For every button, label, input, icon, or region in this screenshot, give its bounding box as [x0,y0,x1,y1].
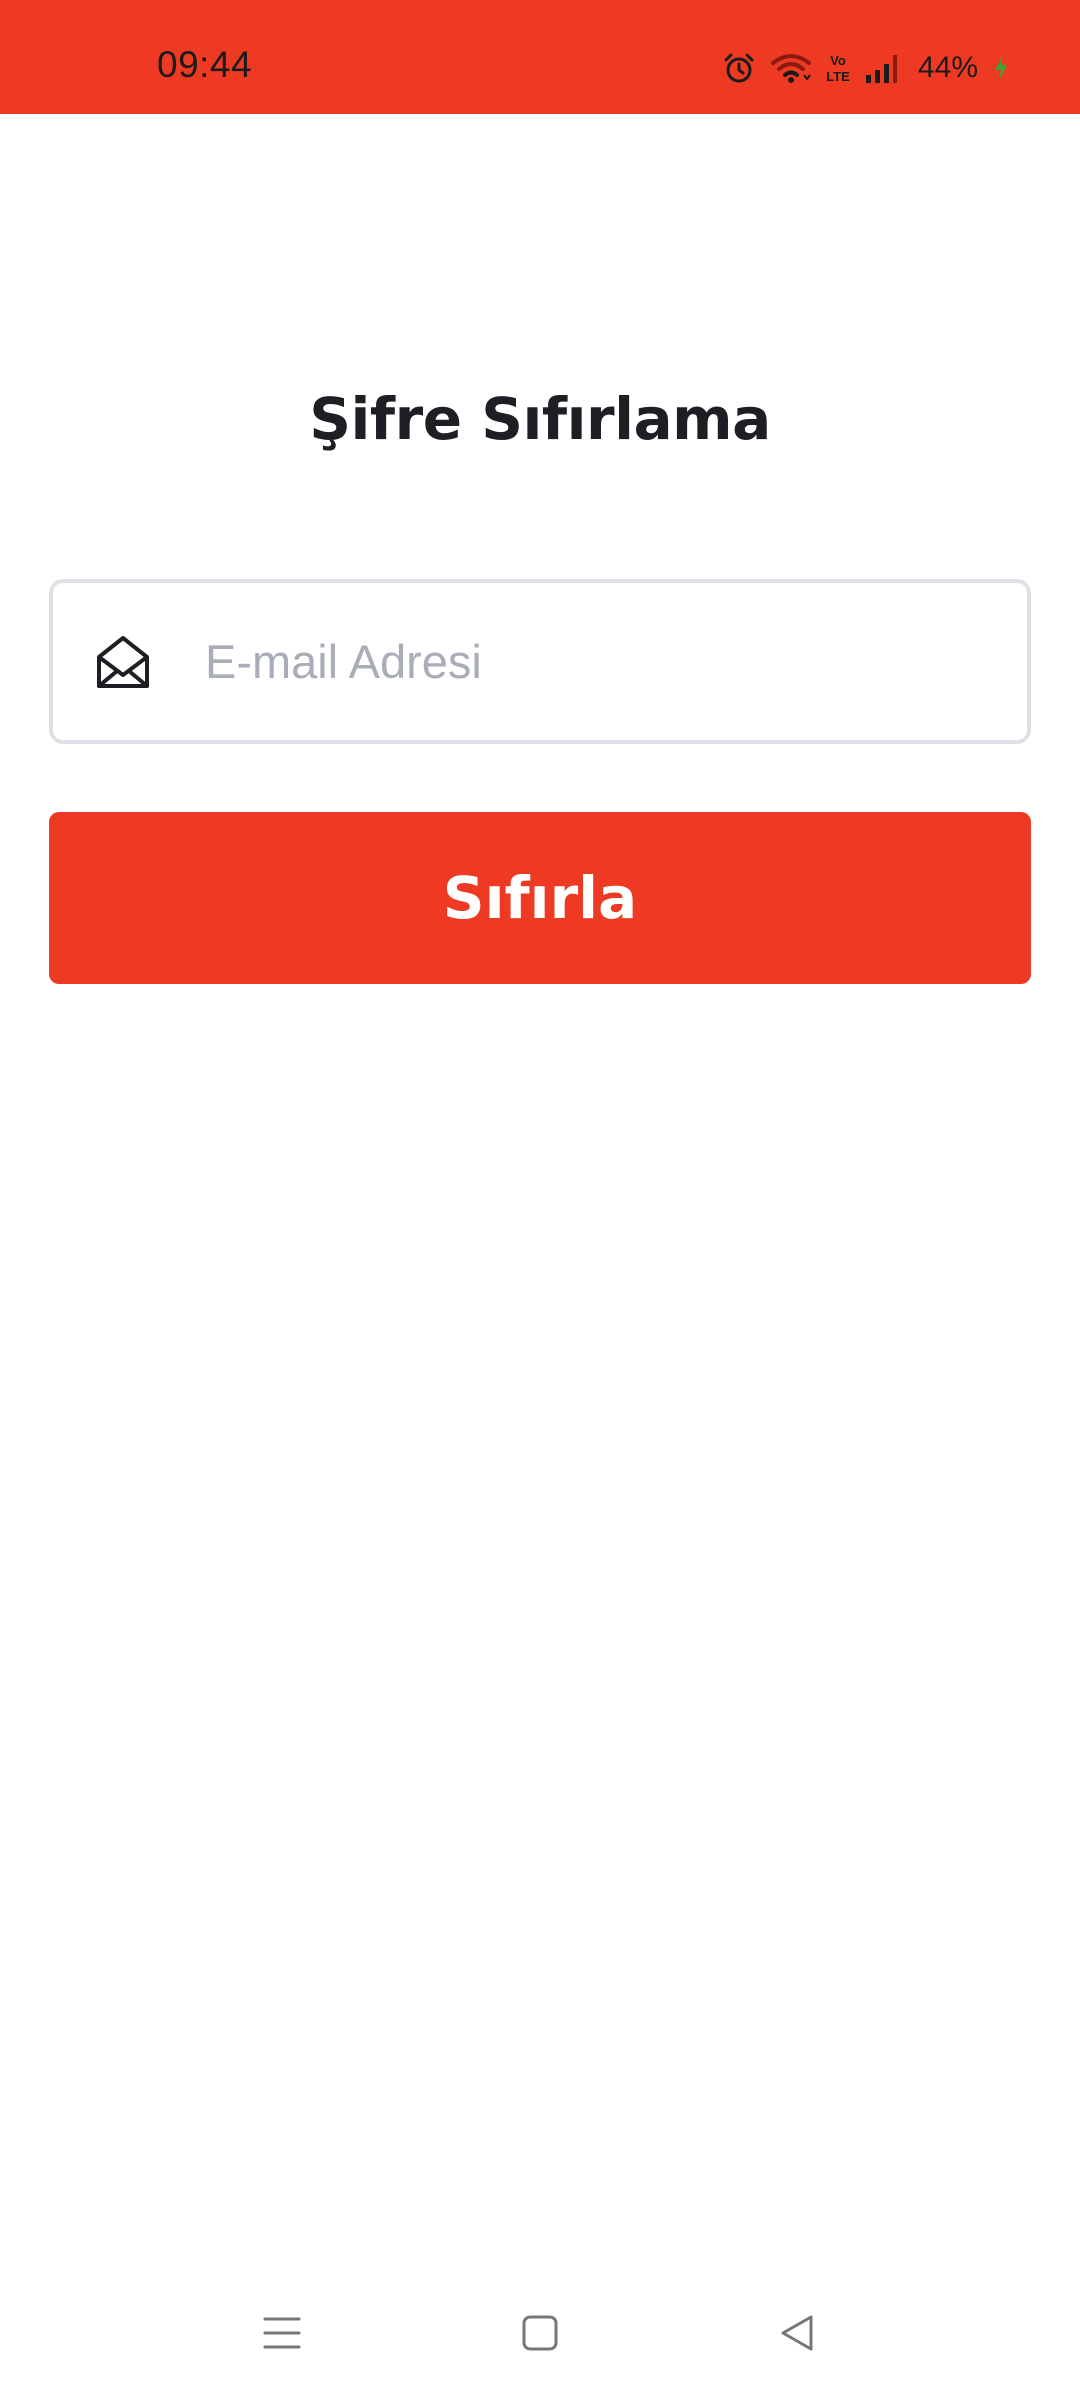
alarm-icon [722,51,756,85]
navigation-bar [0,2290,1080,2380]
volte-icon: Vo LTE [826,51,850,85]
envelope-open-icon [93,632,153,692]
back-icon [777,2313,817,2358]
status-icons: Vo LTE 44% [722,48,1010,88]
status-bar: 09:44 Vo LTE 44% [0,0,1080,114]
reset-button[interactable]: Sıfırla [49,812,1031,984]
menu-button[interactable] [237,2290,327,2380]
menu-icon [262,2313,302,2358]
svg-text:Vo: Vo [830,53,846,68]
signal-icon [864,51,904,85]
email-input[interactable] [205,583,1005,740]
home-icon [520,2313,560,2358]
email-field[interactable] [49,579,1031,744]
svg-text:LTE: LTE [826,69,850,84]
page-title: Şifre Sıfırlama [309,385,771,453]
password-reset-screen: 09:44 Vo LTE 44% Şifre Sıfırlama E-mail … [0,0,1080,2400]
wifi-icon [770,51,812,85]
battery-percent: 44% [917,51,978,84]
home-button[interactable] [495,2290,585,2380]
back-button[interactable] [752,2290,842,2380]
status-time: 09:44 [157,44,253,85]
battery-charging-icon [992,53,1010,83]
